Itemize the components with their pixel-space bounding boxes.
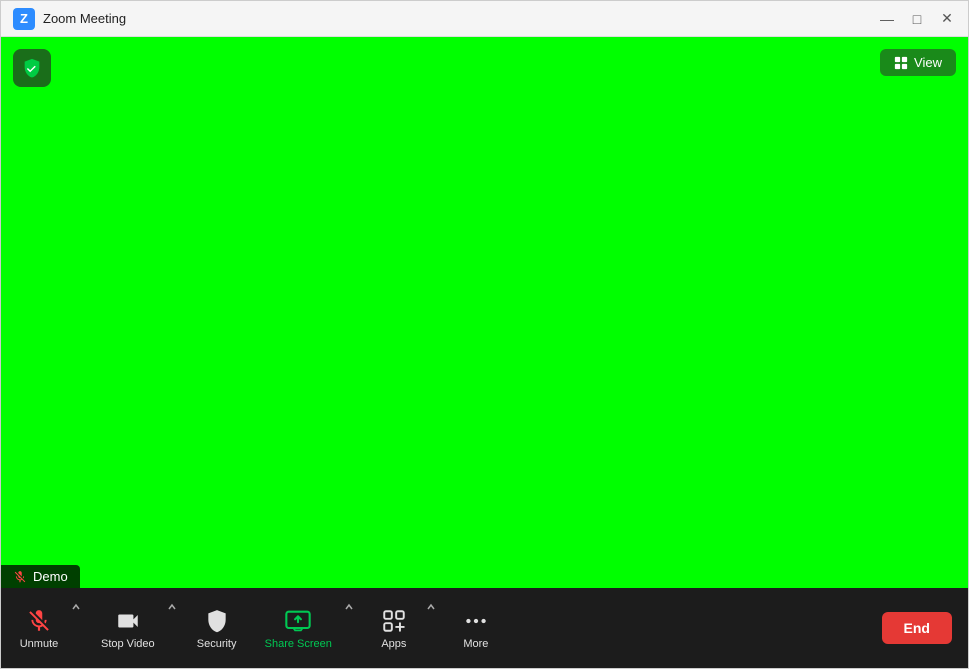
- chevron-up-icon-2: [167, 602, 177, 612]
- chevron-up-icon: [71, 602, 81, 612]
- unmute-label: Unmute: [20, 638, 59, 650]
- demo-text: Demo: [33, 569, 68, 584]
- minimize-button[interactable]: —: [878, 10, 896, 28]
- unmute-icon-container: [25, 607, 53, 635]
- share-screen-icon: [284, 607, 312, 635]
- video-icon: [115, 608, 141, 634]
- shield-icon: [204, 608, 230, 634]
- security-button[interactable]: Security: [187, 601, 247, 656]
- shield-check-icon: [21, 57, 43, 79]
- more-button[interactable]: More: [446, 601, 506, 656]
- end-button[interactable]: End: [882, 612, 952, 644]
- security-icon-container: [203, 607, 231, 635]
- share-screen-chevron[interactable]: [342, 598, 356, 616]
- more-icon-container: [462, 607, 490, 635]
- view-button[interactable]: View: [880, 49, 956, 76]
- security-label: Security: [197, 638, 237, 650]
- unmute-chevron[interactable]: [69, 598, 83, 616]
- stop-video-button[interactable]: Stop Video: [91, 601, 165, 656]
- apps-label: Apps: [381, 638, 406, 650]
- title-bar: Z Zoom Meeting — □ ✕: [1, 1, 968, 37]
- shield-badge: [13, 49, 51, 87]
- chevron-up-icon-3: [344, 602, 354, 612]
- title-bar-left: Z Zoom Meeting: [13, 8, 126, 30]
- maximize-button[interactable]: □: [908, 10, 926, 28]
- apps-icon: [381, 608, 407, 634]
- zoom-window: Z Zoom Meeting — □ ✕ View: [0, 0, 969, 669]
- demo-label-overlay: Demo: [1, 565, 80, 588]
- main-video-area: View Demo: [1, 37, 968, 588]
- apps-button[interactable]: Apps: [364, 601, 424, 656]
- toolbar: Unmute Stop Video: [1, 588, 968, 668]
- mic-off-icon: [26, 608, 52, 634]
- chevron-up-icon-4: [426, 602, 436, 612]
- unmute-button[interactable]: Unmute: [9, 601, 69, 656]
- stop-video-chevron[interactable]: [165, 598, 179, 616]
- window-title: Zoom Meeting: [43, 11, 126, 26]
- view-label: View: [914, 55, 942, 70]
- close-button[interactable]: ✕: [938, 10, 956, 28]
- apps-chevron[interactable]: [424, 598, 438, 616]
- window-controls: — □ ✕: [878, 10, 956, 28]
- grid-icon: [894, 56, 908, 70]
- zoom-logo: Z: [13, 8, 35, 30]
- stop-video-icon-container: [114, 607, 142, 635]
- more-dots-icon: [463, 608, 489, 634]
- stop-video-label: Stop Video: [101, 638, 155, 650]
- share-screen-icon-container: [284, 607, 312, 635]
- apps-icon-container: [380, 607, 408, 635]
- more-label: More: [463, 638, 488, 650]
- mic-off-icon-small: [13, 570, 27, 584]
- share-screen-label: Share Screen: [265, 638, 332, 650]
- share-screen-button[interactable]: Share Screen: [255, 601, 342, 656]
